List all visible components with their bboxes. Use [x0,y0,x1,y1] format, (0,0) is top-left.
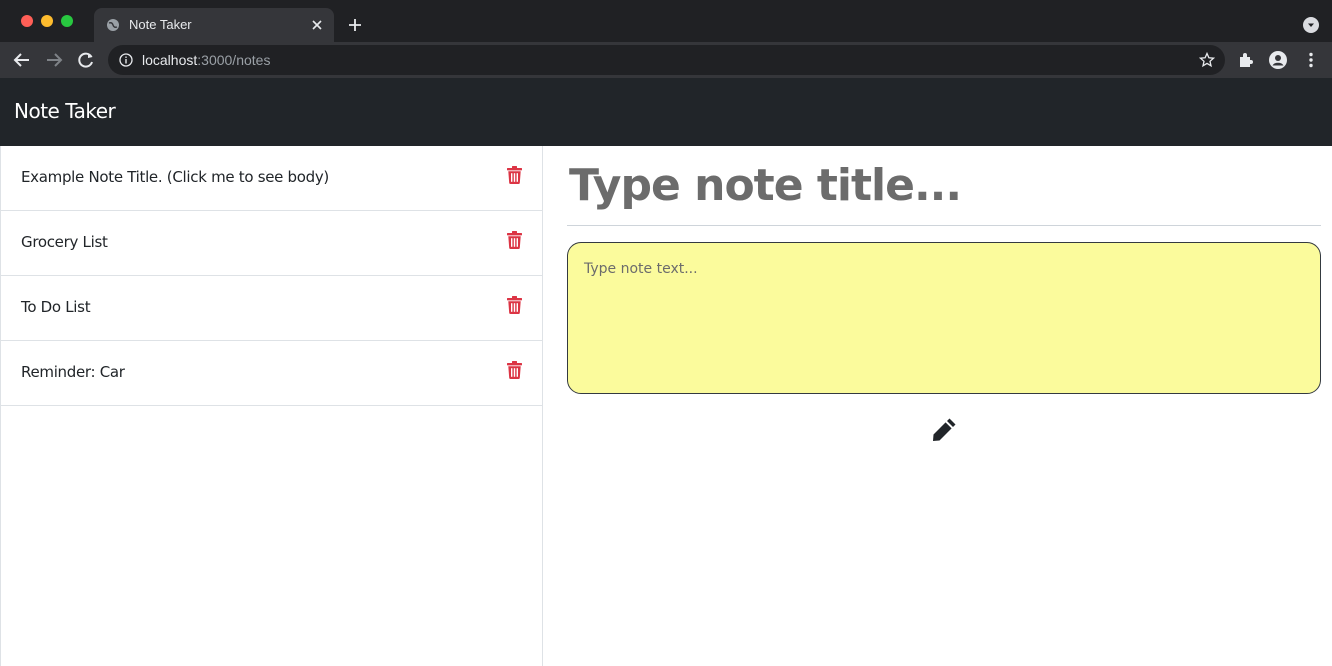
url-host: localhost [142,52,198,68]
trash-icon[interactable] [506,231,522,249]
address-bar[interactable]: localhost:3000/notes [108,45,1225,75]
app-navbar: Note Taker [0,78,1332,146]
note-title-text[interactable]: Example Note Title. (Click me to see bod… [21,168,329,186]
list-item[interactable]: To Do List [1,276,542,341]
note-title-input[interactable] [567,146,1321,226]
trash-icon[interactable] [506,361,522,379]
note-text-area[interactable] [567,242,1321,394]
tab-title: Note Taker [129,17,192,32]
profile-icon[interactable] [1269,51,1287,69]
note-title-text[interactable]: Reminder: Car [21,363,125,381]
minimize-window-button[interactable] [41,15,53,27]
info-icon[interactable] [119,53,133,67]
back-arrow-icon[interactable] [12,50,32,70]
url-text: localhost:3000/notes [142,52,270,68]
pencil-icon[interactable] [931,416,957,442]
note-title-text[interactable]: To Do List [21,298,91,316]
globe-icon [106,18,120,32]
list-item[interactable]: Reminder: Car [1,341,542,406]
app-brand[interactable]: Note Taker [14,99,116,123]
browser-tab-bar: Note Taker [0,0,1332,42]
list-item[interactable]: Grocery List [1,211,542,276]
note-list: Example Note Title. (Click me to see bod… [0,146,543,666]
maximize-window-button[interactable] [61,15,73,27]
new-tab-button[interactable] [344,14,366,36]
menu-kebab-icon[interactable] [1302,51,1320,69]
close-window-button[interactable] [21,15,33,27]
star-icon[interactable] [1199,52,1215,68]
list-item[interactable]: Example Note Title. (Click me to see bod… [1,146,542,211]
note-editor [543,146,1332,666]
browser-tab[interactable]: Note Taker [94,8,334,42]
note-title-text[interactable]: Grocery List [21,233,108,251]
browser-toolbar: localhost:3000/notes [0,42,1332,78]
forward-arrow-icon[interactable] [44,50,64,70]
trash-icon[interactable] [506,166,522,184]
close-icon[interactable] [308,16,326,34]
url-path: :3000/notes [197,52,271,68]
trash-icon[interactable] [506,296,522,314]
tab-search-button[interactable] [1303,17,1319,33]
reload-icon[interactable] [76,50,96,70]
extensions-icon[interactable] [1237,51,1255,69]
